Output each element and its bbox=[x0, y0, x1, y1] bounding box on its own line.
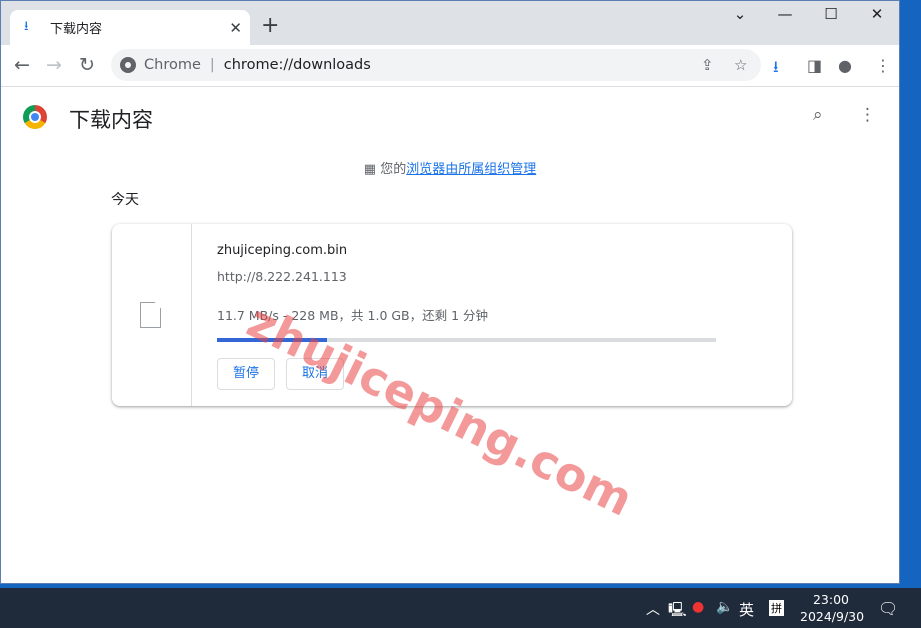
cancel-button[interactable]: 取消 bbox=[286, 358, 345, 390]
download-status: 11.7 MB/s - 228 MB，共 1.0 GB，还剩 1 分钟 bbox=[217, 308, 489, 323]
maximize-button[interactable]: ☐ bbox=[808, 5, 854, 23]
ime-language[interactable]: 英 bbox=[739, 599, 754, 620]
reload-button[interactable]: ↻ bbox=[79, 54, 95, 76]
close-tab-icon[interactable]: ✕ bbox=[229, 19, 242, 37]
page-header: 下载内容 ⌕ ⋮ bbox=[1, 88, 899, 146]
managed-notice: ▦ 您的浏览器由所属组织管理 bbox=[1, 158, 899, 177]
managed-link[interactable]: 浏览器由所属组织管理 bbox=[406, 162, 536, 177]
side-panel-icon[interactable]: ◨ bbox=[807, 56, 822, 75]
chrome-icon bbox=[120, 57, 136, 73]
divider: | bbox=[209, 57, 215, 73]
new-tab-button[interactable]: + bbox=[261, 13, 279, 38]
close-window-button[interactable]: ✕ bbox=[854, 5, 899, 23]
address-bar[interactable]: Chrome | chrome://downloads ⇪ ☆ bbox=[111, 49, 761, 81]
tab-title: 下载内容 bbox=[50, 22, 103, 37]
chrome-logo bbox=[23, 105, 47, 129]
volume-icon[interactable]: 🔈 bbox=[716, 599, 733, 615]
clock-date: 2024/9/30 bbox=[800, 609, 865, 624]
back-button[interactable]: ← bbox=[14, 54, 30, 76]
qq-icon[interactable]: ● bbox=[692, 599, 704, 615]
url-text[interactable]: chrome://downloads bbox=[224, 57, 371, 73]
downloads-icon[interactable]: ⭳ bbox=[773, 56, 779, 83]
toolbar: ← → ↻ Chrome | chrome://downloads ⇪ ☆ ⭳ … bbox=[1, 45, 899, 87]
tab-strip: ⭳ 下载内容 ✕ + ⌄ — ☐ ✕ bbox=[1, 1, 899, 45]
ime-mode[interactable]: 拼 bbox=[769, 600, 784, 616]
file-icon-area bbox=[112, 224, 192, 406]
taskbar: ︿ 🖳 ● 🔈 英 拼 23:00 2024/9/30 🗨 bbox=[0, 588, 921, 628]
date-section: 今天 bbox=[111, 192, 139, 208]
network-icon[interactable]: 🖳 bbox=[668, 599, 687, 623]
progress-bar bbox=[217, 338, 716, 342]
more-icon[interactable]: ⋮ bbox=[859, 105, 876, 125]
notification-icon[interactable]: 🗨 bbox=[878, 599, 898, 618]
clock[interactable]: 23:00 2024/9/30 bbox=[800, 591, 865, 625]
browser-window: ⭳ 下载内容 ✕ + ⌄ — ☐ ✕ ← → ↻ Chrome | chrome… bbox=[0, 0, 900, 584]
file-name[interactable]: zhujiceping.com.bin bbox=[217, 243, 347, 258]
download-icon: ⭳ bbox=[24, 18, 29, 34]
search-icon[interactable]: ⌕ bbox=[813, 105, 823, 125]
bookmark-star-icon[interactable]: ☆ bbox=[734, 56, 747, 74]
scheme-label: Chrome bbox=[144, 57, 201, 73]
progress-fill bbox=[217, 338, 327, 342]
tab-search-icon[interactable]: ⌄ bbox=[717, 5, 763, 23]
clock-time: 23:00 bbox=[812, 592, 850, 607]
chevron-up-icon[interactable]: ︿ bbox=[646, 599, 660, 619]
tab-downloads[interactable]: ⭳ 下载内容 ✕ bbox=[10, 10, 250, 45]
profile-avatar[interactable]: ● bbox=[838, 56, 852, 75]
page-title: 下载内容 bbox=[69, 108, 153, 132]
share-icon[interactable]: ⇪ bbox=[701, 56, 714, 74]
minimize-button[interactable]: — bbox=[762, 5, 808, 23]
pause-button[interactable]: 暂停 bbox=[217, 358, 276, 390]
menu-icon[interactable]: ⋮ bbox=[875, 56, 891, 75]
managed-prefix: 您的 bbox=[380, 162, 407, 177]
download-item: zhujiceping.com.bin http://8.222.241.113… bbox=[112, 224, 792, 406]
file-url[interactable]: http://8.222.241.113 bbox=[217, 269, 347, 284]
building-icon: ▦ bbox=[363, 162, 377, 177]
file-icon bbox=[140, 302, 161, 328]
forward-button[interactable]: → bbox=[46, 54, 62, 76]
